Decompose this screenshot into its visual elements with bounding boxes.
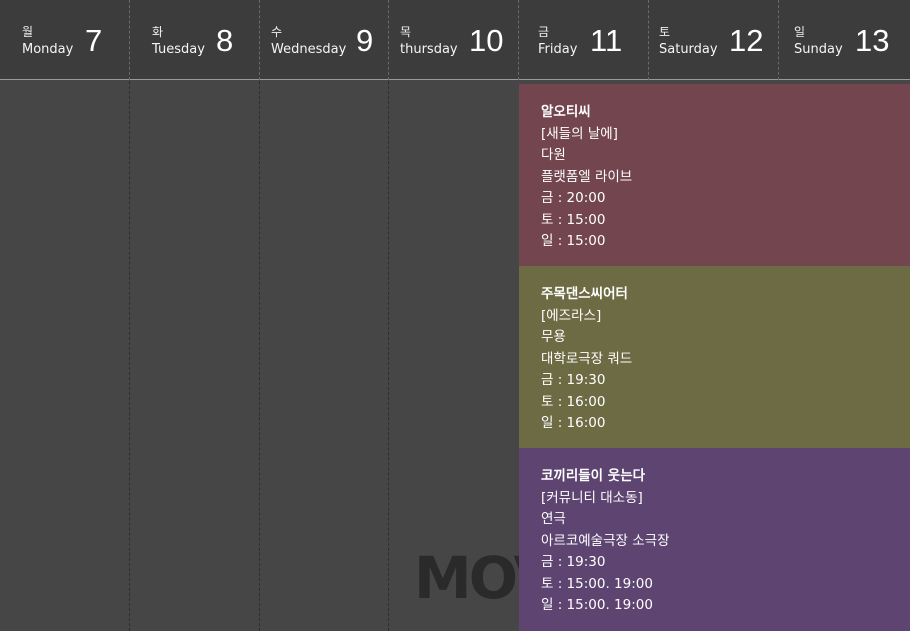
day-header-thursday[interactable]: 목 thursday 10 [389,0,519,80]
day-korean-label: 토 [659,25,671,39]
event-venue: 아르코예술극장 소극장 [541,532,670,549]
event-genre: 다원 [541,147,566,163]
day-english-label: Saturday [659,42,718,57]
day-english-label: Monday [22,42,74,57]
day-number: 12 [729,23,764,58]
day-number: 9 [356,23,374,58]
day-header-sunday[interactable]: 일 Sunday 13 [779,0,910,80]
day-korean-label: 월 [22,25,34,39]
day-english-label: Sunday [794,42,843,57]
event-card-rotc[interactable]: 알오티씨 [새들의 날에] 다원 플랫폼엘 라이브 금 : 20:00 토 : … [519,84,910,266]
event-title: [커뮤니티 대소동] [541,489,643,506]
event-genre: 연극 [541,511,566,527]
event-time-sun: 일 : 15:00. 19:00 [541,597,653,613]
day-header-friday[interactable]: 금 Friday 11 [519,0,649,80]
column-divider [129,81,130,631]
week-header: 월 Monday 7 화 Tuesday 8 수 Wednesday 9 목 t… [0,0,910,80]
event-venue: 대학로극장 쿼드 [541,350,633,367]
event-company: 주목댄스씨어터 [541,286,628,302]
day-english-label: Friday [538,42,578,57]
event-time-fri: 금 : 19:30 [541,372,606,388]
event-time-fri: 금 : 20:00 [541,190,606,206]
event-title: [새들의 날에] [541,125,618,142]
day-header-tuesday[interactable]: 화 Tuesday 8 [130,0,260,80]
day-header-saturday[interactable]: 토 Saturday 12 [649,0,779,80]
event-venue: 플랫폼엘 라이브 [541,168,633,185]
event-time-fri: 금 : 19:30 [541,554,606,570]
event-genre: 무용 [541,329,566,345]
day-english-label: Wednesday [271,42,347,57]
event-card-jumok-dance[interactable]: 주목댄스씨어터 [에즈라스] 무용 대학로극장 쿼드 금 : 19:30 토 :… [519,266,910,448]
event-time-sat: 토 : 15:00. 19:00 [541,575,653,592]
day-korean-label: 화 [152,25,164,39]
day-header-monday[interactable]: 월 Monday 7 [0,0,130,80]
day-number: 11 [590,23,623,58]
event-time-sat: 토 : 16:00 [541,393,606,410]
day-korean-label: 금 [538,25,550,39]
event-time-sat: 토 : 15:00 [541,211,606,228]
event-time-sun: 일 : 15:00 [541,233,606,249]
day-number: 10 [469,23,504,58]
event-company: 알오티씨 [541,104,591,120]
day-english-label: Tuesday [152,42,205,57]
event-time-sun: 일 : 16:00 [541,415,606,431]
day-english-label: thursday [400,42,458,57]
day-korean-label: 목 [400,25,412,39]
event-title: [에즈라스] [541,307,602,324]
day-korean-label: 일 [794,25,806,39]
column-divider [388,81,389,631]
day-header-wednesday[interactable]: 수 Wednesday 9 [260,0,389,80]
day-number: 7 [85,23,103,58]
column-divider [259,81,260,631]
event-company: 코끼리들이 웃는다 [541,468,646,484]
day-korean-label: 수 [271,25,283,39]
event-card-elephants-laugh[interactable]: 코끼리들이 웃는다 [커뮤니티 대소동] 연극 아르코예술극장 소극장 금 : … [519,448,910,631]
day-number: 8 [216,23,234,58]
day-number: 13 [855,23,890,58]
